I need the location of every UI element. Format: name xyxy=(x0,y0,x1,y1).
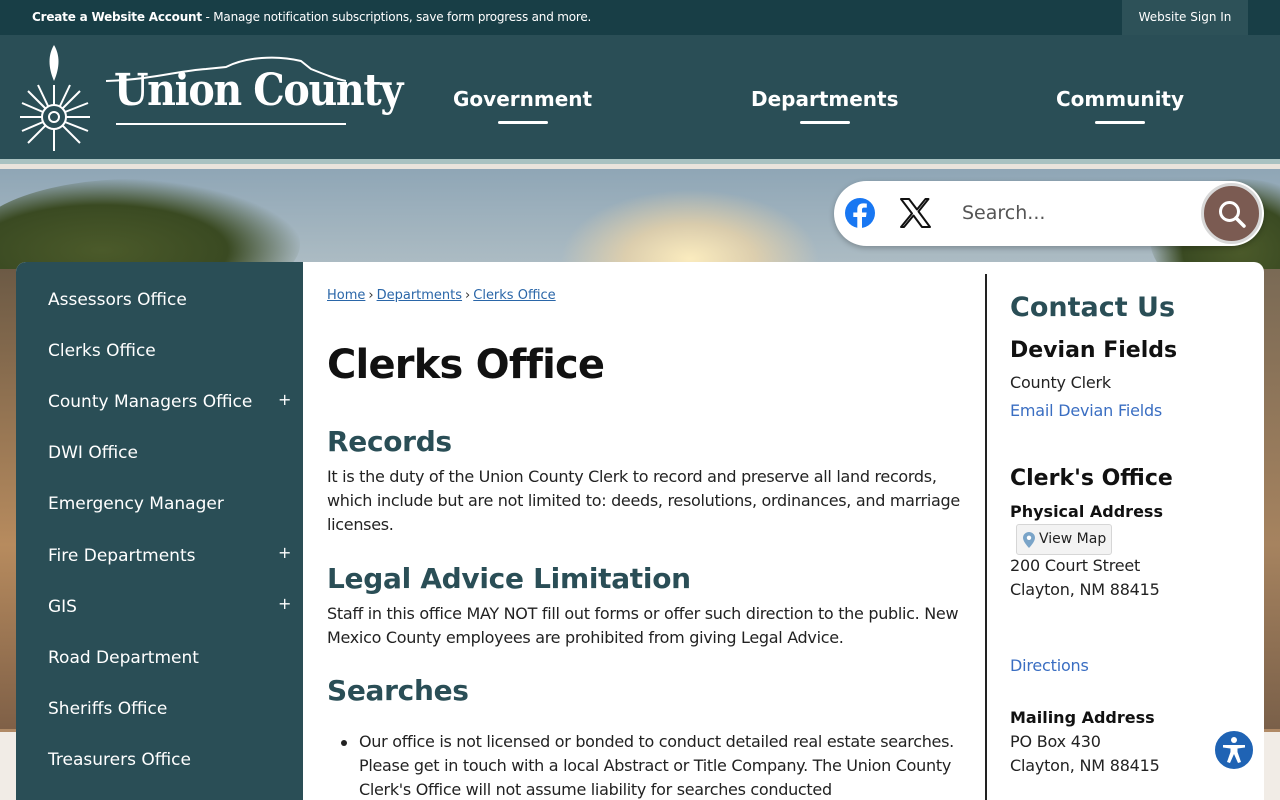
view-map-label: View Map xyxy=(1039,531,1107,547)
union-county-logo[interactable]: Union County xyxy=(18,43,403,155)
contact-heading: Contact Us xyxy=(1010,292,1176,323)
breadcrumb-departments[interactable]: Departments xyxy=(377,288,462,303)
breadcrumb-clerks-office[interactable]: Clerks Office xyxy=(473,288,555,303)
records-text: It is the duty of the Union County Clerk… xyxy=(327,467,960,534)
sidebar-item-road-department[interactable]: Road Department xyxy=(48,648,288,668)
search-button[interactable] xyxy=(1201,183,1262,244)
nav-government[interactable]: Government xyxy=(453,87,592,124)
sidebar-item-gis[interactable]: GIS xyxy=(48,597,288,617)
email-link[interactable]: Email Devian Fields xyxy=(1010,401,1162,420)
content-card: Assessors Office Clerks Office County Ma… xyxy=(16,262,1264,800)
create-account-description: - Manage notification subscriptions, sav… xyxy=(201,10,592,24)
office-name: Clerk's Office xyxy=(1010,466,1173,491)
logo-text: Union County xyxy=(114,65,403,116)
searches-heading: Searches xyxy=(327,674,469,707)
expand-county-managers-button[interactable]: + xyxy=(278,390,291,409)
column-divider xyxy=(985,274,987,800)
sidebar-item-sheriffs-office[interactable]: Sheriffs Office xyxy=(48,699,288,719)
nav-departments[interactable]: Departments xyxy=(751,87,899,124)
main-content: Home › Departments › Clerks Office Clerks Of… xyxy=(327,262,977,800)
breadcrumb-home[interactable]: Home xyxy=(327,288,365,303)
site-header: Union County Government Departments Comm… xyxy=(0,35,1280,164)
map-pin-icon xyxy=(1023,532,1035,548)
mailing-address-label: Mailing Address xyxy=(1010,708,1155,727)
sidebar-nav: Assessors Office Clerks Office County Ma… xyxy=(16,262,303,800)
mailing-city: Clayton, NM 88415 xyxy=(1010,756,1160,775)
po-box: PO Box 430 xyxy=(1010,732,1101,751)
expand-fire-departments-button[interactable]: + xyxy=(278,543,291,562)
search-input[interactable] xyxy=(962,195,1192,231)
view-map-button[interactable]: View Map xyxy=(1016,524,1112,555)
search-icon xyxy=(1219,201,1246,228)
physical-address-label: Physical Address xyxy=(1010,502,1163,521)
contact-person-title: County Clerk xyxy=(1010,373,1111,392)
sidebar-item-clerks-office[interactable]: Clerks Office xyxy=(48,341,288,361)
contact-person-name: Devian Fields xyxy=(1010,338,1178,363)
zia-sun-icon xyxy=(20,45,90,151)
legal-text: Staff in this office MAY NOT fill out fo… xyxy=(327,604,959,647)
page-title: Clerks Office xyxy=(327,342,605,388)
legal-heading: Legal Advice Limitation xyxy=(327,562,691,595)
x-icon[interactable] xyxy=(898,196,932,230)
expand-gis-button[interactable]: + xyxy=(278,594,291,613)
contact-panel: Contact Us Devian Fields County Clerk Em… xyxy=(1010,262,1250,800)
breadcrumb-separator: › xyxy=(465,288,471,303)
nav-community[interactable]: Community xyxy=(1056,87,1184,124)
sidebar-item-fire-departments[interactable]: Fire Departments xyxy=(48,546,288,566)
logo-underline xyxy=(116,123,346,125)
breadcrumb: Home › Departments › Clerks Office xyxy=(327,288,556,303)
directions-link[interactable]: Directions xyxy=(1010,656,1089,675)
street-address: 200 Court Street xyxy=(1010,556,1141,575)
city-address: Clayton, NM 88415 xyxy=(1010,580,1160,599)
search-bar xyxy=(834,181,1264,246)
sidebar-item-treasurers-office[interactable]: Treasurers Office xyxy=(48,750,288,770)
records-heading: Records xyxy=(327,425,452,458)
facebook-icon[interactable] xyxy=(844,197,876,229)
sign-in-button[interactable]: Website Sign In xyxy=(1122,0,1248,35)
accessibility-button[interactable] xyxy=(1213,729,1255,771)
accessibility-icon xyxy=(1223,737,1245,763)
top-bar: Create a Website Account - Manage notifi… xyxy=(0,0,1280,35)
sidebar-item-dwi-office[interactable]: DWI Office xyxy=(48,443,288,463)
create-account-link[interactable]: Create a Website Account xyxy=(32,10,202,24)
sidebar-item-assessors-office[interactable]: Assessors Office xyxy=(48,290,288,310)
searches-bullet: Our office is not licensed or bonded to … xyxy=(341,730,959,800)
account-message: Create a Website Account - Manage notifi… xyxy=(32,10,591,24)
sidebar-item-emergency-manager[interactable]: Emergency Manager xyxy=(48,494,288,514)
sidebar-item-county-managers-office[interactable]: County Managers Office xyxy=(48,392,288,412)
breadcrumb-separator: › xyxy=(368,288,374,303)
